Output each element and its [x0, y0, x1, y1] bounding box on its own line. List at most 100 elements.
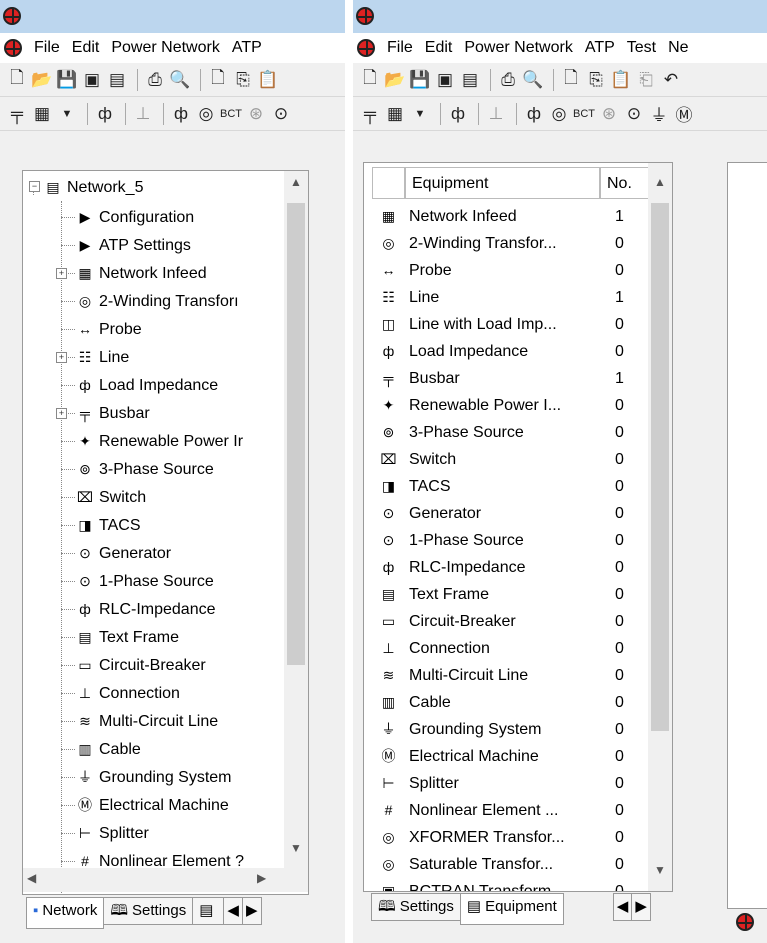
table-row[interactable]: ⊥ Connection 0	[372, 635, 670, 662]
tree-item[interactable]: Ⓜ Electrical Machine	[75, 791, 229, 819]
table-row[interactable]: ⌧ Switch 0	[372, 446, 670, 473]
tab-settings[interactable]: 🕮 Settings	[371, 893, 461, 921]
dropdown-arrow-icon[interactable]: ▼	[409, 108, 431, 120]
tree-item[interactable]: ◎ 2-Winding Transforı	[75, 287, 239, 315]
canvas-area[interactable]	[727, 162, 767, 909]
save-as-icon[interactable]: ▣	[434, 70, 456, 90]
tree-item[interactable]: ≋ Multi-Circuit Line	[75, 707, 218, 735]
table-row[interactable]: ≋ Multi-Circuit Line 0	[372, 662, 670, 689]
save-icon[interactable]: 💾	[56, 70, 78, 90]
menu-power-network[interactable]: Power Network	[105, 39, 225, 57]
table-row[interactable]: ◨ TACS 0	[372, 473, 670, 500]
app-menu-icon[interactable]	[357, 39, 375, 57]
menu-edit[interactable]: Edit	[66, 39, 106, 57]
busbar-icon[interactable]: ╤	[6, 104, 28, 124]
table-row[interactable]: ▭ Circuit-Breaker 0	[372, 608, 670, 635]
new-icon[interactable]: 🗋	[359, 65, 381, 94]
tree-item[interactable]: ▦ Network Infeed	[75, 259, 206, 287]
app-menu-icon[interactable]	[4, 39, 22, 57]
tree-item[interactable]: ф Load Impedance	[75, 371, 218, 399]
network-infeed-icon[interactable]: ▦	[384, 104, 406, 124]
table-row[interactable]: ▦ Network Infeed 1	[372, 203, 670, 230]
dropdown-arrow-icon[interactable]: ▼	[56, 108, 78, 120]
menu-ne[interactable]: Ne	[662, 39, 694, 57]
tree-horizontal-scrollbar[interactable]: ◀ ▶	[23, 868, 308, 892]
menu-edit[interactable]: Edit	[419, 39, 459, 57]
table-row[interactable]: ◫ Line with Load Imp... 0	[372, 311, 670, 338]
open-icon[interactable]: 📂	[384, 70, 406, 90]
print-icon[interactable]: ⎙	[144, 70, 166, 90]
rlc-impedance-icon[interactable]: ф	[170, 104, 192, 124]
network-infeed-icon[interactable]: ▦	[31, 104, 53, 124]
connection-icon[interactable]: ⊥	[485, 104, 507, 124]
copy-icon[interactable]: ⎘	[232, 70, 254, 90]
table-row[interactable]: ф RLC-Impedance 0	[372, 554, 670, 581]
menu-atp[interactable]: ATP	[579, 39, 621, 57]
table-row[interactable]: ▥ Cable 0	[372, 689, 670, 716]
tab-network[interactable]: ▪ Network	[26, 897, 105, 929]
bct-icon[interactable]: BCT	[573, 108, 595, 120]
tab-settings[interactable]: 🕮 Settings	[103, 897, 194, 925]
print-icon[interactable]: ⎙	[497, 70, 519, 90]
properties-icon[interactable]: ▤	[459, 70, 481, 90]
tab-scroll-left[interactable]: ◀	[223, 897, 243, 925]
undo-icon[interactable]: ↶	[660, 70, 682, 90]
menu-file[interactable]: File	[381, 39, 419, 57]
paste-special-icon[interactable]: ⎗	[635, 70, 657, 90]
grounding-icon[interactable]: ⏚	[648, 101, 670, 126]
table-row[interactable]: ⏚ Grounding System 0	[372, 716, 670, 743]
tab-scroll-right[interactable]: ▶	[631, 893, 651, 921]
tree-item[interactable]: ⊢ Splitter	[75, 819, 149, 847]
tree-root[interactable]: ▤ Network_5	[43, 173, 143, 201]
machine-icon[interactable]: Ⓜ	[673, 101, 695, 126]
print-preview-icon[interactable]: 🔍	[522, 70, 544, 90]
table-row[interactable]: ▤ Text Frame 0	[372, 581, 670, 608]
table-row[interactable]: ╤ Busbar 1	[372, 365, 670, 392]
scroll-up-icon[interactable]: ▲	[284, 175, 308, 195]
tree-item[interactable]: ⊙ Generator	[75, 539, 171, 567]
copy-icon[interactable]: ⎘	[585, 70, 607, 90]
table-row[interactable]: ✦ Renewable Power I... 0	[372, 392, 670, 419]
transformer-icon[interactable]: ◎	[548, 104, 570, 124]
scroll-left-icon[interactable]: ◀	[27, 871, 36, 885]
expand-button[interactable]: +	[56, 352, 67, 363]
tab-equipment[interactable]: ▤ Equipment	[459, 893, 564, 925]
tree-item[interactable]: ⊚ 3-Phase Source	[75, 455, 214, 483]
generator-icon[interactable]: ⊙	[623, 104, 645, 124]
tree-vertical-scrollbar[interactable]: ▲ ▼	[284, 171, 308, 868]
no-column-header[interactable]: No.	[600, 167, 650, 199]
busbar-icon[interactable]: ╤	[359, 104, 381, 124]
scroll-right-icon[interactable]: ▶	[257, 871, 266, 885]
bct-icon[interactable]: BCT	[220, 108, 242, 120]
tab-equipment-truncated[interactable]: ▤	[192, 897, 225, 925]
menu-atp[interactable]: ATP	[226, 39, 268, 57]
icon-column-header[interactable]	[372, 167, 405, 199]
connection-icon[interactable]: ⊥	[132, 104, 154, 124]
table-row[interactable]: ⊙ 1-Phase Source 0	[372, 527, 670, 554]
paste-icon[interactable]: 📋	[610, 70, 632, 90]
expand-button[interactable]: +	[56, 268, 67, 279]
menu-power-network[interactable]: Power Network	[458, 39, 578, 57]
menu-file[interactable]: File	[28, 39, 66, 57]
scroll-down-icon[interactable]: ▼	[648, 863, 672, 883]
table-row[interactable]: ⊚ 3-Phase Source 0	[372, 419, 670, 446]
equipment-column-header[interactable]: Equipment	[405, 167, 600, 199]
load-impedance-icon[interactable]: ф	[447, 104, 469, 124]
paste-icon[interactable]: 📋	[257, 70, 279, 90]
tree-item[interactable]: ⊙ 1-Phase Source	[75, 567, 214, 595]
generator-icon[interactable]: ⊙	[270, 104, 292, 124]
open-icon[interactable]: 📂	[31, 70, 53, 90]
table-row[interactable]: ⊢ Splitter 0	[372, 770, 670, 797]
tree-item[interactable]: ▭ Circuit-Breaker	[75, 651, 205, 679]
save-as-icon[interactable]: ▣	[81, 70, 103, 90]
scroll-down-icon[interactable]: ▼	[284, 841, 308, 861]
new-page-icon[interactable]: 🗋	[207, 65, 229, 94]
tree-item[interactable]: ☷ Line	[75, 343, 130, 371]
scroll-up-icon[interactable]: ▲	[648, 175, 672, 195]
tab-scroll-right[interactable]: ▶	[241, 897, 262, 925]
menu-test[interactable]: Test	[621, 39, 662, 57]
expand-button[interactable]: +	[56, 408, 67, 419]
table-row[interactable]: Ⓜ Electrical Machine 0	[372, 743, 670, 770]
table-row[interactable]: ◎ 2-Winding Transfor... 0	[372, 230, 670, 257]
tree-item[interactable]: ф RLC-Impedance	[75, 595, 215, 623]
